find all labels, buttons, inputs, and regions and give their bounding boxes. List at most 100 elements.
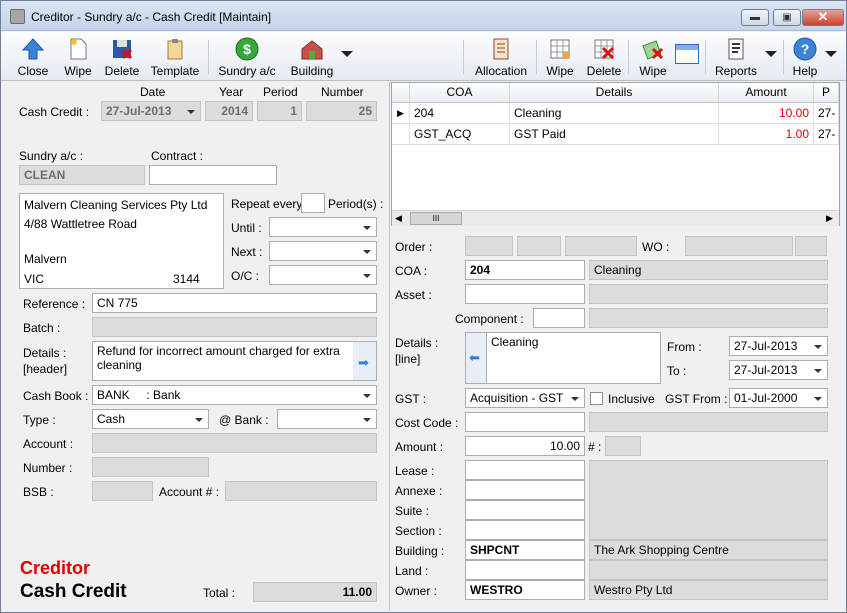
until-dropdown[interactable]: [269, 217, 377, 237]
costcode-field[interactable]: [465, 412, 585, 432]
grid-cell-coa[interactable]: 204: [410, 103, 510, 124]
owner-label: Owner :: [395, 584, 438, 598]
lease-field[interactable]: [465, 460, 585, 480]
grid-column-details[interactable]: Details: [510, 83, 719, 103]
owner-field[interactable]: WESTRO: [465, 580, 585, 600]
report-icon: [728, 38, 744, 60]
cashbook-dropdown[interactable]: BANK : Bank: [92, 385, 377, 405]
building-field[interactable]: SHPCNT: [465, 540, 585, 560]
order-label: Order :: [395, 240, 433, 254]
details-copy-button[interactable]: ➡: [353, 342, 376, 380]
total-field: 11.00: [253, 582, 377, 602]
sundry-button[interactable]: $ Sundry a/c: [216, 34, 278, 80]
delete-button[interactable]: Delete: [103, 34, 141, 80]
atbank-dropdown[interactable]: [277, 409, 377, 429]
oc-dropdown[interactable]: [269, 265, 377, 285]
next-dropdown[interactable]: [269, 241, 377, 261]
land-field[interactable]: [465, 560, 585, 580]
gst-dropdown[interactable]: Acquisition - GST: [465, 388, 585, 408]
building-name-field: The Ark Shopping Centre: [589, 540, 828, 560]
reference-field[interactable]: CN 775: [92, 293, 377, 313]
wipe-button-label: Wipe: [64, 64, 92, 78]
close-button[interactable]: Close: [13, 34, 53, 80]
grid-cell-p[interactable]: 27-: [814, 124, 839, 145]
grid-column-amount[interactable]: Amount: [719, 83, 814, 103]
details-line-field[interactable]: Cleaning: [486, 332, 661, 384]
coa-label: COA :: [395, 264, 428, 278]
help-button[interactable]: ? Help: [789, 34, 821, 80]
gstfrom-dropdown[interactable]: 01-Jul-2000: [729, 388, 828, 408]
costcode-name-field: [589, 412, 828, 432]
scroll-right-icon[interactable]: ▶: [826, 213, 833, 224]
grid-horizontal-scrollbar[interactable]: ◀ III ▶: [392, 210, 839, 226]
minimize-button[interactable]: ▬: [741, 9, 769, 26]
panel-divider[interactable]: [389, 82, 390, 613]
sundry-label: Sundry a/c :: [19, 149, 84, 163]
grid-cell-details[interactable]: Cleaning: [510, 103, 719, 124]
maximize-button[interactable]: ▣: [773, 9, 801, 26]
cash-credit-label: Cash Credit :: [19, 105, 90, 119]
building-dropdown-arrow[interactable]: [341, 51, 353, 57]
amount-field[interactable]: 10.00: [465, 436, 585, 456]
scroll-thumb[interactable]: III: [410, 212, 462, 225]
footer-cash-credit: Cash Credit: [20, 581, 127, 602]
details-header-label: Details :: [23, 346, 67, 360]
line-wipe-button[interactable]: Wipe: [542, 34, 578, 80]
amount-label: Amount :: [395, 440, 444, 454]
details-line-copy-button[interactable]: ⬅: [465, 332, 487, 384]
annexe-field[interactable]: [465, 480, 585, 500]
dollar-icon: $: [235, 37, 259, 61]
date-header: Date: [140, 85, 166, 99]
title-bar: Creditor - Sundry a/c - Cash Credit [Mai…: [1, 1, 846, 31]
asset-field[interactable]: [465, 284, 585, 304]
up-arrow-icon: [21, 38, 45, 60]
allocation-button-label: Allocation: [474, 64, 528, 78]
reports-button[interactable]: Reports: [713, 34, 759, 80]
suite-field[interactable]: [465, 500, 585, 520]
line-delete-button[interactable]: Delete: [585, 34, 623, 80]
template-button[interactable]: Template: [149, 34, 201, 80]
building-button[interactable]: Building: [287, 34, 337, 80]
land-name-field: [589, 560, 828, 580]
grid-cell-amount[interactable]: 1.00: [719, 124, 814, 145]
help-dropdown-arrow[interactable]: [825, 51, 837, 57]
allocation-button[interactable]: Allocation: [471, 34, 531, 80]
card-icon[interactable]: [675, 44, 699, 64]
from-date-field[interactable]: 27-Jul-2013: [729, 336, 828, 356]
scroll-left-icon[interactable]: ◀: [395, 213, 402, 224]
grid-column-p[interactable]: P: [814, 83, 839, 103]
component-field[interactable]: [533, 308, 585, 328]
year-header: Year: [219, 85, 244, 99]
address-state: VIC: [24, 272, 45, 286]
reports-dropdown-arrow[interactable]: [765, 51, 777, 57]
section-field[interactable]: [465, 520, 585, 540]
toolbar-separator: [463, 40, 464, 74]
grid-cell-details[interactable]: GST Paid: [510, 124, 719, 145]
lease-label: Lease :: [395, 464, 435, 478]
window-title: Creditor - Sundry a/c - Cash Credit [Mai…: [31, 10, 272, 24]
order-field-2: [517, 236, 561, 256]
grid-cell-amount[interactable]: 10.00: [719, 103, 814, 124]
detail-wipe-button[interactable]: Wipe: [635, 34, 671, 80]
type-dropdown[interactable]: Cash: [92, 409, 209, 429]
close-window-button[interactable]: ✕: [802, 9, 844, 26]
grid-row-header: [392, 83, 410, 103]
asset-label: Asset :: [395, 288, 432, 302]
details-header-field[interactable]: Refund for incorrect amount charged for …: [92, 341, 377, 381]
grid-cell-coa[interactable]: GST_ACQ: [410, 124, 510, 145]
template-button-label: Template: [150, 64, 200, 78]
toolbar-separator: [705, 40, 706, 74]
contract-field[interactable]: [149, 165, 277, 185]
to-date-field[interactable]: 27-Jul-2013: [729, 360, 828, 380]
grid-cell-p[interactable]: 27-: [814, 103, 839, 124]
grid-column-coa[interactable]: COA: [410, 83, 510, 103]
repeat-field[interactable]: [301, 193, 325, 213]
sundry-field[interactable]: CLEAN: [19, 165, 145, 185]
oc-label: O/C :: [231, 269, 260, 283]
line-wipe-button-label: Wipe: [546, 64, 574, 78]
inclusive-checkbox[interactable]: [590, 392, 603, 405]
coa-field[interactable]: 204: [465, 260, 585, 280]
wipe-button[interactable]: Wipe: [59, 34, 97, 80]
date-field[interactable]: 27-Jul-2013: [101, 101, 201, 121]
close-button-label: Close: [17, 64, 49, 78]
